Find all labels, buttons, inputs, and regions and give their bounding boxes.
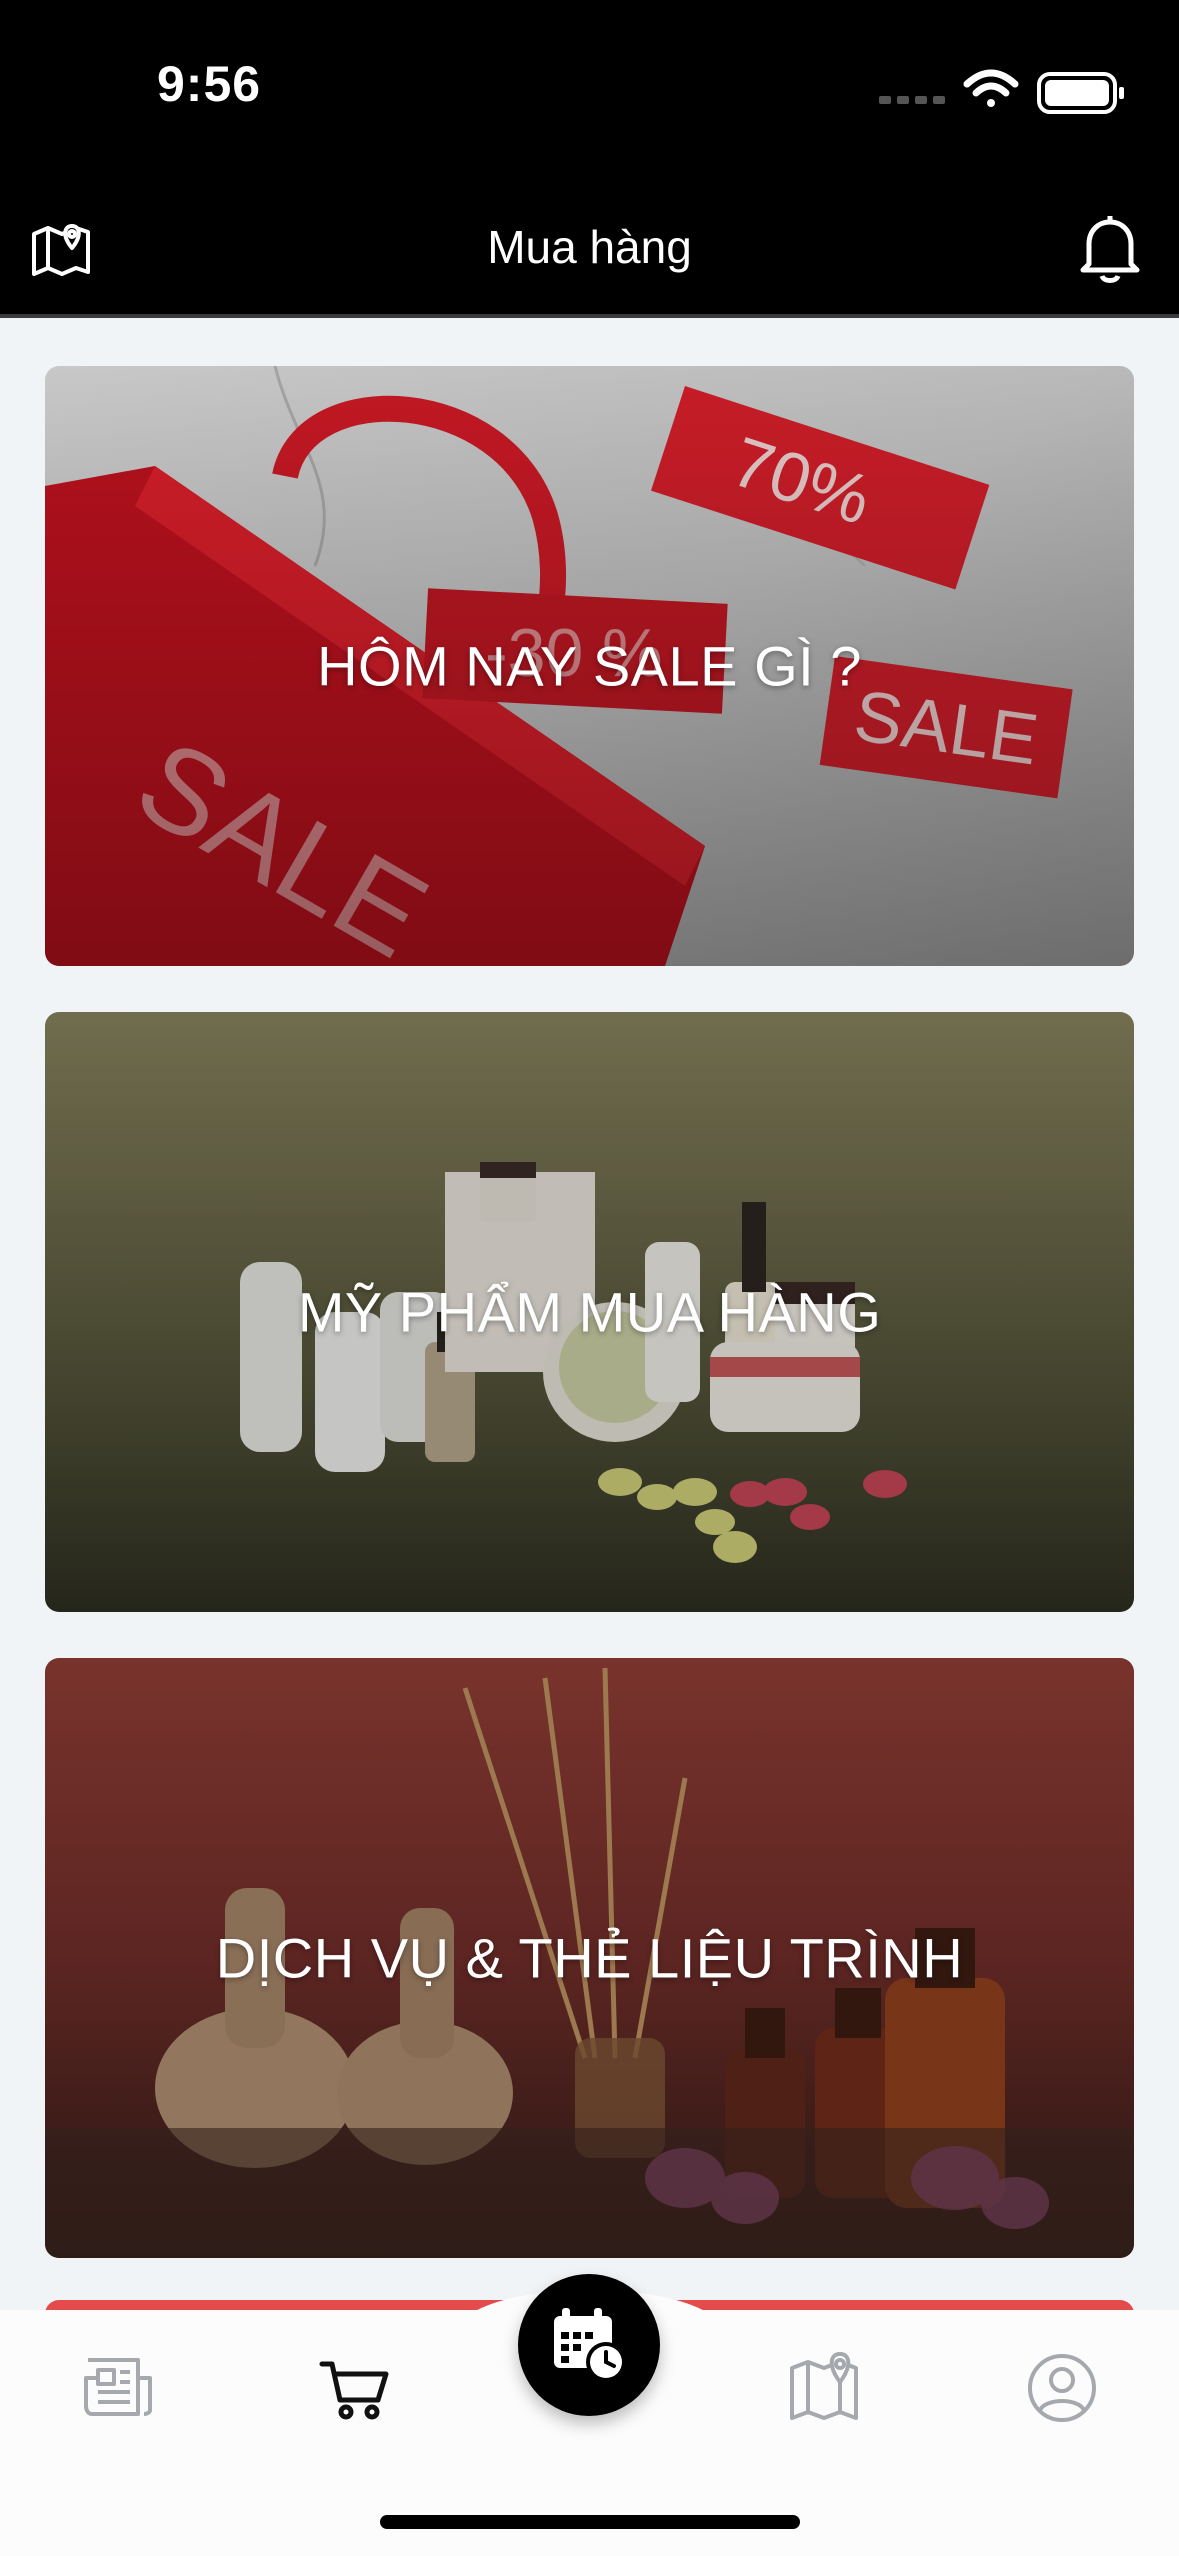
page-title: Mua hàng <box>487 221 692 273</box>
nav-bar: Mua hàng <box>0 190 1179 318</box>
card-title-services: DỊCH VỤ & THẺ LIỆU TRÌNH <box>215 1926 964 1990</box>
battery-icon <box>1037 72 1124 114</box>
bell-icon[interactable] <box>1075 210 1145 285</box>
booking-button[interactable] <box>518 2274 660 2416</box>
status-bar: 9:56 <box>0 0 1179 190</box>
user-circle-icon[interactable] <box>1022 2348 1102 2428</box>
cart-icon[interactable] <box>316 2348 396 2428</box>
wifi-icon <box>963 69 1019 107</box>
sale-card[interactable]: 70% SALE -30 % SALE HÔM NAY SALE GÌ ? <box>45 366 1134 966</box>
cosmetics-card[interactable]: MỸ PHẨM MUA HÀNG <box>45 1012 1134 1612</box>
map-pin-icon[interactable] <box>786 2348 866 2428</box>
newspaper-icon[interactable] <box>78 2348 158 2428</box>
status-icons <box>879 69 1124 114</box>
signal-icon <box>879 96 945 104</box>
home-indicator <box>380 2515 800 2529</box>
services-card[interactable]: DỊCH VỤ & THẺ LIỆU TRÌNH <box>45 1658 1134 2258</box>
calendar-clock-icon <box>554 2308 626 2382</box>
status-time: 9:56 <box>157 56 262 112</box>
card-title-cosmetics: MỸ PHẨM MUA HÀNG <box>297 1280 882 1344</box>
card-title-sale: HÔM NAY SALE GÌ ? <box>317 634 862 698</box>
